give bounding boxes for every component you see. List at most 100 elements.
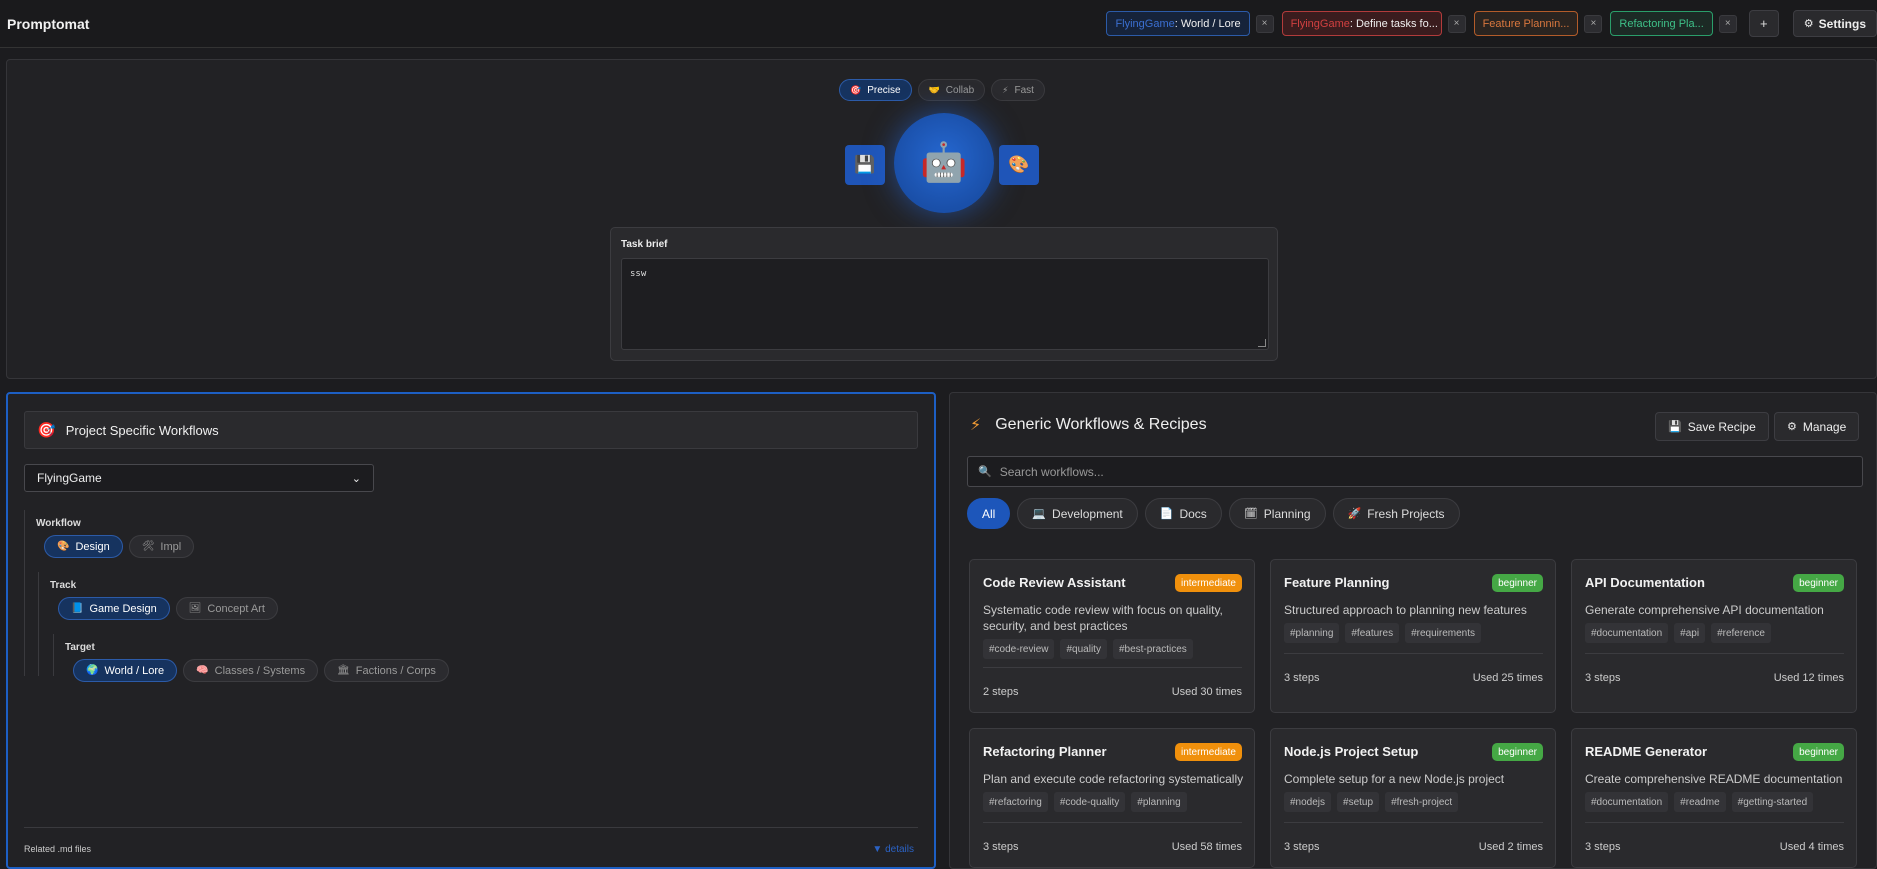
divider — [1284, 822, 1543, 823]
generic-workflows-header: ⚡ Generic Workflows & Recipes — [970, 415, 1207, 435]
app-title: Promptomat — [7, 15, 90, 32]
button-label: Manage — [1802, 419, 1847, 434]
pill-label: Concept Art — [207, 602, 265, 615]
mode-fast[interactable]: ⚡ Fast — [991, 79, 1045, 101]
tag[interactable]: #reference — [1711, 623, 1771, 643]
divider — [24, 827, 918, 828]
panel-title: Generic Workflows & Recipes — [995, 416, 1207, 433]
track-options: 📘 Game Design 🖼 Concept Art — [58, 597, 284, 620]
close-icon[interactable]: × — [1718, 14, 1737, 33]
card-tags: #planning #features #requirements — [1284, 623, 1487, 643]
search-input[interactable]: 🔍 Search workflows... — [967, 456, 1863, 487]
workflow-card[interactable]: Code Review Assistant intermediate Systema… — [969, 559, 1255, 713]
session-tab-1[interactable]: FlyingGame: Define tasks fo... — [1281, 11, 1442, 36]
workflow-impl[interactable]: 🛠 Impl — [128, 535, 195, 558]
tag[interactable]: #requirements — [1405, 623, 1481, 643]
tag[interactable]: #code-quality — [1053, 792, 1126, 812]
tag[interactable]: #features — [1345, 623, 1400, 643]
resize-handle[interactable] — [1258, 339, 1266, 347]
tag[interactable]: #api — [1674, 623, 1706, 643]
tag[interactable]: #documentation — [1585, 792, 1669, 812]
usage-count: Used 25 times — [1472, 672, 1543, 684]
divider — [1284, 653, 1543, 654]
category-all[interactable]: All — [967, 498, 1011, 529]
settings-button[interactable]: ⚙ Settings — [1792, 10, 1877, 37]
details-toggle[interactable]: ▼ details — [872, 844, 914, 855]
book-icon: 📘 — [71, 603, 84, 614]
pill-label: World / Lore — [104, 664, 165, 677]
generate-button[interactable]: 🤖 — [894, 113, 994, 213]
tag[interactable]: #refactoring — [983, 792, 1048, 812]
card-description: Structured approach to planning new feat… — [1284, 603, 1527, 617]
related-files-label: Related .md files — [24, 844, 92, 854]
tag[interactable]: #code-review — [983, 639, 1055, 659]
workflow-card[interactable]: README Generator beginner Create comprehen… — [1571, 728, 1857, 868]
close-icon[interactable]: × — [1447, 14, 1466, 33]
tag[interactable]: #quality — [1060, 639, 1107, 659]
gear-icon: ⚙ — [1803, 18, 1814, 30]
target-factions-corps[interactable]: 🏛 Factions / Corps — [324, 659, 449, 682]
tag[interactable]: #fresh-project — [1385, 792, 1459, 812]
workflow-card[interactable]: Node.js Project Setup beginner Complete se… — [1270, 728, 1556, 868]
tab-label: Refactoring Pla... — [1619, 17, 1704, 30]
usage-count: Used 58 times — [1171, 841, 1242, 853]
project-select[interactable]: FlyingGame ⌄ — [24, 464, 374, 492]
target-icon: 🎯 — [37, 422, 56, 439]
pill-label: Classes / Systems — [214, 664, 306, 677]
tree-line — [53, 634, 54, 676]
category-fresh-projects[interactable]: 🚀 Fresh Projects — [1332, 498, 1460, 529]
session-tab-2[interactable]: Feature Plannin... — [1473, 11, 1579, 36]
usage-count: Used 30 times — [1171, 686, 1242, 698]
tab-label: : World / Lore — [1174, 17, 1241, 30]
workflow-card[interactable]: API Documentation beginner Generate compre… — [1571, 559, 1857, 713]
tag[interactable]: #planning — [1131, 792, 1187, 812]
target-world-lore[interactable]: 🌍 World / Lore — [73, 659, 178, 682]
tree-line — [24, 510, 25, 676]
session-tab-0[interactable]: FlyingGame: World / Lore — [1106, 11, 1250, 36]
handshake-icon: 🤝 — [928, 84, 940, 95]
step-count: 3 steps — [1585, 672, 1621, 684]
category-label: Development — [1052, 506, 1123, 521]
divider — [1585, 822, 1844, 823]
category-label: Docs — [1179, 506, 1207, 521]
tag[interactable]: #documentation — [1585, 623, 1669, 643]
tag[interactable]: #nodejs — [1284, 792, 1332, 812]
category-docs[interactable]: 📄 Docs — [1144, 498, 1222, 529]
close-icon[interactable]: × — [1584, 14, 1603, 33]
tag[interactable]: #getting-started — [1731, 792, 1814, 812]
tag[interactable]: #readme — [1674, 792, 1726, 812]
tag[interactable]: #setup — [1337, 792, 1380, 812]
level-badge: beginner — [1793, 743, 1844, 761]
category-development[interactable]: 💻 Development — [1017, 498, 1138, 529]
mode-label: Fast — [1014, 84, 1034, 96]
save-button[interactable]: 💾 — [845, 145, 885, 185]
tag[interactable]: #best-practices — [1112, 639, 1193, 659]
mode-precise[interactable]: 🎯 Precise — [839, 79, 912, 101]
mode-label: Collab — [945, 84, 975, 96]
step-count: 2 steps — [983, 686, 1019, 698]
card-description: Complete setup for a new Node.js project — [1284, 772, 1505, 786]
button-label: Save Recipe — [1687, 419, 1756, 434]
workflow-card[interactable]: Refactoring Planner intermediate Plan and … — [969, 728, 1255, 868]
card-title: API Documentation — [1585, 575, 1705, 590]
tag[interactable]: #planning — [1284, 623, 1340, 643]
task-brief-input[interactable]: ssw — [621, 258, 1269, 350]
workflow-options: 🎨 Design 🛠 Impl — [44, 535, 200, 558]
search-icon: 🔍 — [978, 466, 992, 478]
track-concept-art[interactable]: 🖼 Concept Art — [175, 597, 278, 620]
workflow-card[interactable]: Feature Planning beginner Structured appro… — [1270, 559, 1556, 713]
manage-button[interactable]: ⚙ Manage — [1774, 412, 1860, 441]
workflow-design[interactable]: 🎨 Design — [44, 535, 123, 558]
close-icon[interactable]: × — [1255, 14, 1274, 33]
session-tab-3[interactable]: Refactoring Pla... — [1610, 11, 1713, 36]
track-game-design[interactable]: 📘 Game Design — [58, 597, 170, 620]
target-classes-systems[interactable]: 🧠 Classes / Systems — [183, 659, 319, 682]
save-recipe-button[interactable]: 💾 Save Recipe — [1655, 412, 1769, 441]
category-planning[interactable]: 🗓 Planning — [1228, 498, 1326, 529]
theme-button[interactable]: 🎨 — [999, 145, 1039, 185]
settings-label: Settings — [1818, 16, 1866, 31]
mode-collab[interactable]: 🤝 Collab — [917, 79, 986, 101]
floppy-icon: 💾 — [1668, 421, 1682, 433]
add-tab-button[interactable]: + — [1748, 10, 1779, 37]
category-label: All — [982, 506, 996, 521]
